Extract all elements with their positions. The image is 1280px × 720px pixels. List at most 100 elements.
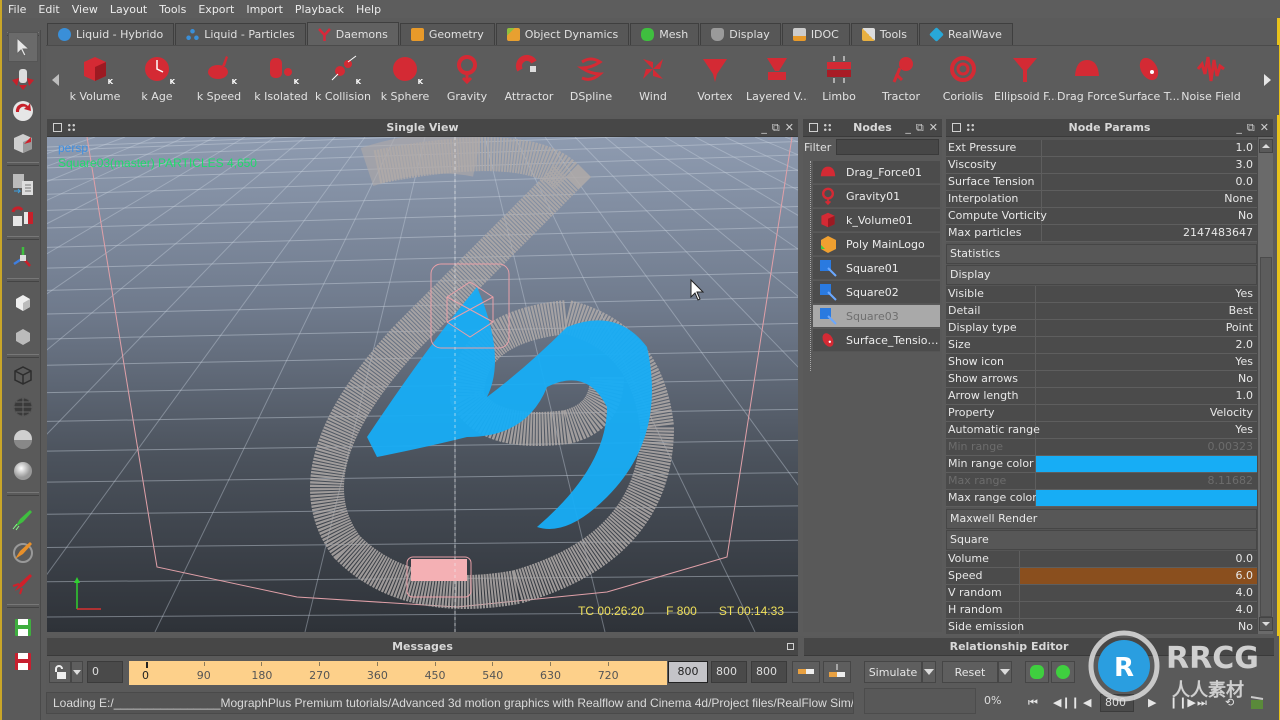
param-value[interactable]: Yes [1036, 286, 1257, 302]
save-red-button[interactable] [8, 646, 38, 676]
param-value[interactable]: None [1042, 191, 1257, 207]
param-row[interactable]: Compute Vorticity No [946, 208, 1257, 225]
param-row[interactable]: Automatic range Yes [946, 422, 1257, 439]
range-set-button[interactable] [823, 661, 851, 683]
playback-frame-field[interactable]: 800 [1100, 694, 1134, 712]
rotate-tool-button[interactable] [8, 96, 38, 126]
param-value[interactable]: 3.0 [1042, 157, 1257, 173]
shelf-scroll-right-button[interactable] [1264, 74, 1271, 86]
minimize-icon[interactable]: _ [1236, 121, 1242, 134]
tab-realwave[interactable]: RealWave [918, 23, 1013, 45]
lock-dropdown[interactable] [71, 661, 83, 683]
param-value[interactable]: 2.0 [1036, 337, 1257, 353]
daemon-layered-vortex-button[interactable]: Layered V... [746, 54, 808, 110]
play-back-button[interactable]: ◀ [1083, 696, 1091, 709]
param-value[interactable]: Best [1036, 303, 1257, 319]
tab-object-dynamics[interactable]: Object Dynamics [495, 23, 630, 45]
float-icon[interactable]: ⧉ [772, 121, 780, 135]
daemon-noise-field-button[interactable]: Noise Field [1180, 54, 1242, 110]
param-value[interactable]: 1.0 [1036, 388, 1257, 404]
daemon-surface-tension-button[interactable]: Surface T... [1118, 54, 1180, 110]
menu-edit[interactable]: Edit [32, 3, 65, 16]
tab-geometry[interactable]: Geometry [399, 23, 495, 45]
param-row[interactable]: H random 4.0 [946, 602, 1257, 619]
param-row[interactable]: Interpolation None [946, 191, 1257, 208]
daemon-k-collision-button[interactable]: Kk Collision [312, 54, 374, 110]
close-icon[interactable]: ✕ [1260, 121, 1269, 134]
param-value[interactable]: 2147483647 [1042, 225, 1257, 241]
param-value[interactable]: Yes [1036, 354, 1257, 370]
cache-button[interactable] [1025, 661, 1049, 683]
reload-cache-button[interactable] [1051, 661, 1075, 683]
menu-help[interactable]: Help [350, 3, 387, 16]
param-value[interactable]: 4.0 [1020, 585, 1257, 601]
move-tool-button[interactable] [8, 64, 38, 94]
3d-viewport[interactable]: persp Square03(master) PARTICLES 4,650 T… [47, 137, 798, 632]
node-item[interactable]: k_Volume01 [813, 209, 940, 232]
param-row[interactable]: Min range color [946, 456, 1257, 473]
daemon-k-sphere-button[interactable]: Kk Sphere [374, 54, 436, 110]
param-row[interactable]: Display type Point [946, 320, 1257, 337]
menu-import[interactable]: Import [240, 3, 289, 16]
node-item[interactable]: Square02 [813, 281, 940, 304]
close-icon[interactable]: ✕ [929, 121, 938, 134]
panel-layout-icon[interactable] [823, 123, 832, 132]
node-item[interactable]: Square03 [813, 305, 940, 328]
range-snap-button[interactable] [792, 661, 820, 683]
go-end-button[interactable]: ⏭ [1197, 696, 1207, 710]
parameters-tool-button[interactable] [8, 170, 38, 200]
reset-button[interactable]: Reset [942, 661, 998, 683]
menu-tools[interactable]: Tools [153, 3, 192, 16]
tab-display[interactable]: Display [700, 23, 781, 45]
link-tool-button[interactable] [8, 202, 38, 232]
daemon-gravity-button[interactable]: Gravity [436, 54, 498, 110]
daemon-attractor-button[interactable]: Attractor [498, 54, 560, 110]
node-item[interactable]: Gravity01 [813, 185, 940, 208]
param-row[interactable]: Detail Best [946, 303, 1257, 320]
param-row[interactable]: Show arrows No [946, 371, 1257, 388]
panel-layout-icon[interactable] [67, 123, 76, 132]
param-value[interactable]: No [1042, 208, 1257, 224]
wire-sphere-button[interactable] [8, 392, 38, 422]
save-green-button[interactable] [8, 612, 38, 642]
menu-playback[interactable]: Playback [289, 3, 350, 16]
reset-rocket-button[interactable] [8, 536, 38, 566]
flat-shade-button[interactable] [8, 424, 38, 454]
menu-view[interactable]: View [66, 3, 104, 16]
tab-idoc[interactable]: IDOC [781, 23, 850, 45]
param-row[interactable]: Size 2.0 [946, 337, 1257, 354]
param-value[interactable]: Point [1036, 320, 1257, 336]
reset-dropdown[interactable] [998, 661, 1012, 683]
daemon-tractor-button[interactable]: Tractor [870, 54, 932, 110]
scroll-down-button[interactable] [1259, 617, 1273, 631]
close-icon[interactable]: ✕ [785, 121, 794, 134]
param-row[interactable]: V random 4.0 [946, 585, 1257, 602]
wireframe-button[interactable] [8, 360, 38, 390]
param-value[interactable]: 0.0 [1020, 551, 1257, 567]
param-value[interactable]: 0.0 [1042, 174, 1257, 190]
step-forward-button[interactable]: ❙❙▶ [1169, 696, 1196, 709]
tab-daemons[interactable]: Daemons [306, 22, 399, 45]
panel-layout-icon[interactable] [966, 123, 975, 132]
play-forward-button[interactable]: ▶ [1148, 696, 1156, 709]
panel-maximize-icon[interactable] [787, 643, 794, 650]
param-row[interactable]: Arrow length 1.0 [946, 388, 1257, 405]
param-value[interactable]: 0.00323 [1036, 439, 1257, 455]
param-row[interactable]: Ext Pressure 1.0 [946, 140, 1257, 157]
param-value[interactable]: 8.11682 [1036, 473, 1257, 489]
go-start-button[interactable]: ⏮ [1028, 696, 1038, 710]
daemon-k-isolated-button[interactable]: Kk Isolated [250, 54, 312, 110]
minimize-icon[interactable]: _ [905, 121, 911, 134]
tab-liquid-particles[interactable]: Liquid - Particles [175, 23, 306, 45]
minimize-icon[interactable]: _ [761, 121, 767, 134]
daemon-vortex-button[interactable]: Vortex [684, 54, 746, 110]
menu-layout[interactable]: Layout [104, 3, 153, 16]
scroll-up-button[interactable] [1259, 139, 1273, 153]
daemon-k-age-button[interactable]: Kk Age [126, 54, 188, 110]
clapper-button[interactable] [1250, 696, 1264, 713]
daemon-k-volume-button[interactable]: Kk Volume [64, 54, 126, 110]
panel-maximize-icon[interactable] [809, 123, 818, 132]
node-item[interactable]: Drag_Force01 [813, 161, 940, 184]
simulate-dropdown[interactable] [922, 661, 936, 683]
menu-export[interactable]: Export [192, 3, 240, 16]
